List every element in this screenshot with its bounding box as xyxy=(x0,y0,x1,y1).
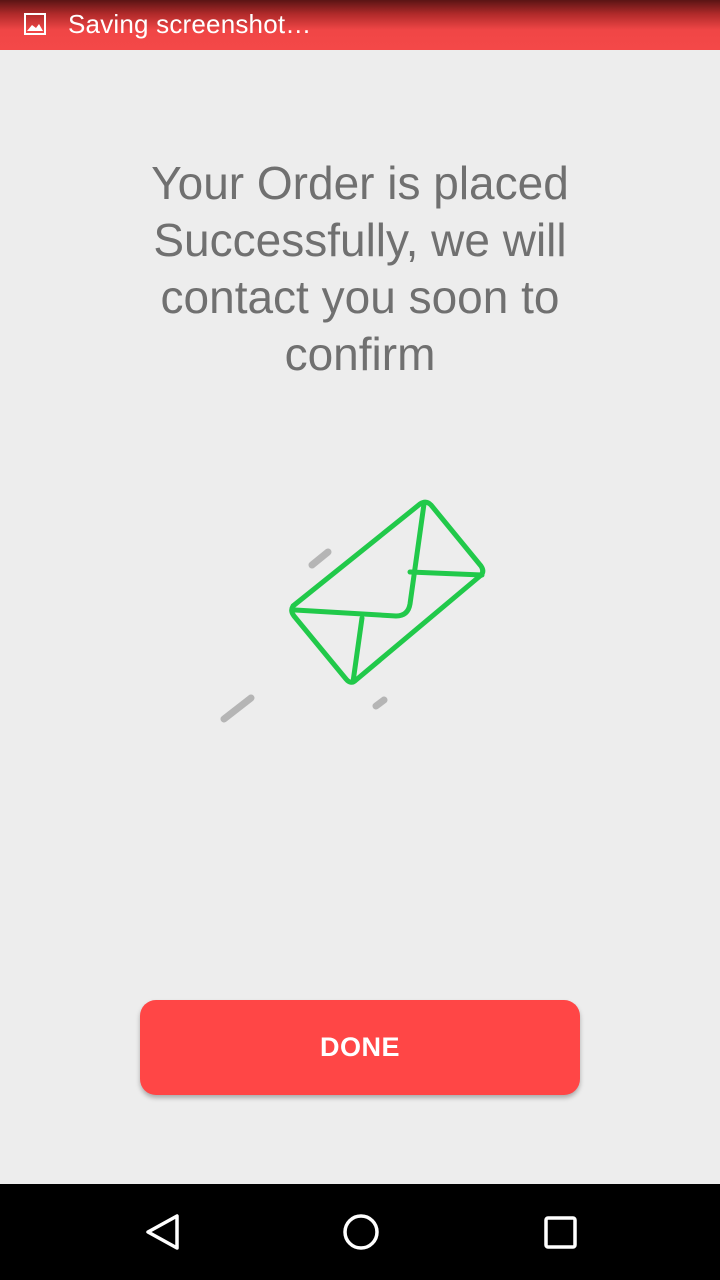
recents-square-icon xyxy=(544,1216,577,1249)
home-circle-icon xyxy=(343,1214,379,1250)
done-button[interactable]: DONE xyxy=(140,1000,580,1095)
order-success-message: Your Order is placed Successfully, we wi… xyxy=(151,157,569,380)
done-button-label: DONE xyxy=(319,1032,400,1062)
envelope-illustration xyxy=(200,480,520,740)
status-bar: Saving screenshot… xyxy=(0,0,720,50)
back-button[interactable] xyxy=(138,1208,186,1256)
motion-dash-icon xyxy=(308,548,332,569)
motion-dash-icon xyxy=(372,696,388,710)
order-success-screen: Saving screenshot… Your Order is placed … xyxy=(0,0,720,1280)
envelope-icon xyxy=(220,499,486,723)
back-triangle-icon xyxy=(146,1214,179,1250)
motion-dash-icon xyxy=(220,694,255,723)
image-icon xyxy=(24,13,46,35)
navigation-bar xyxy=(0,1184,720,1280)
home-button[interactable] xyxy=(337,1208,385,1256)
recents-button[interactable] xyxy=(536,1208,584,1256)
notification-text: Saving screenshot… xyxy=(68,9,312,39)
